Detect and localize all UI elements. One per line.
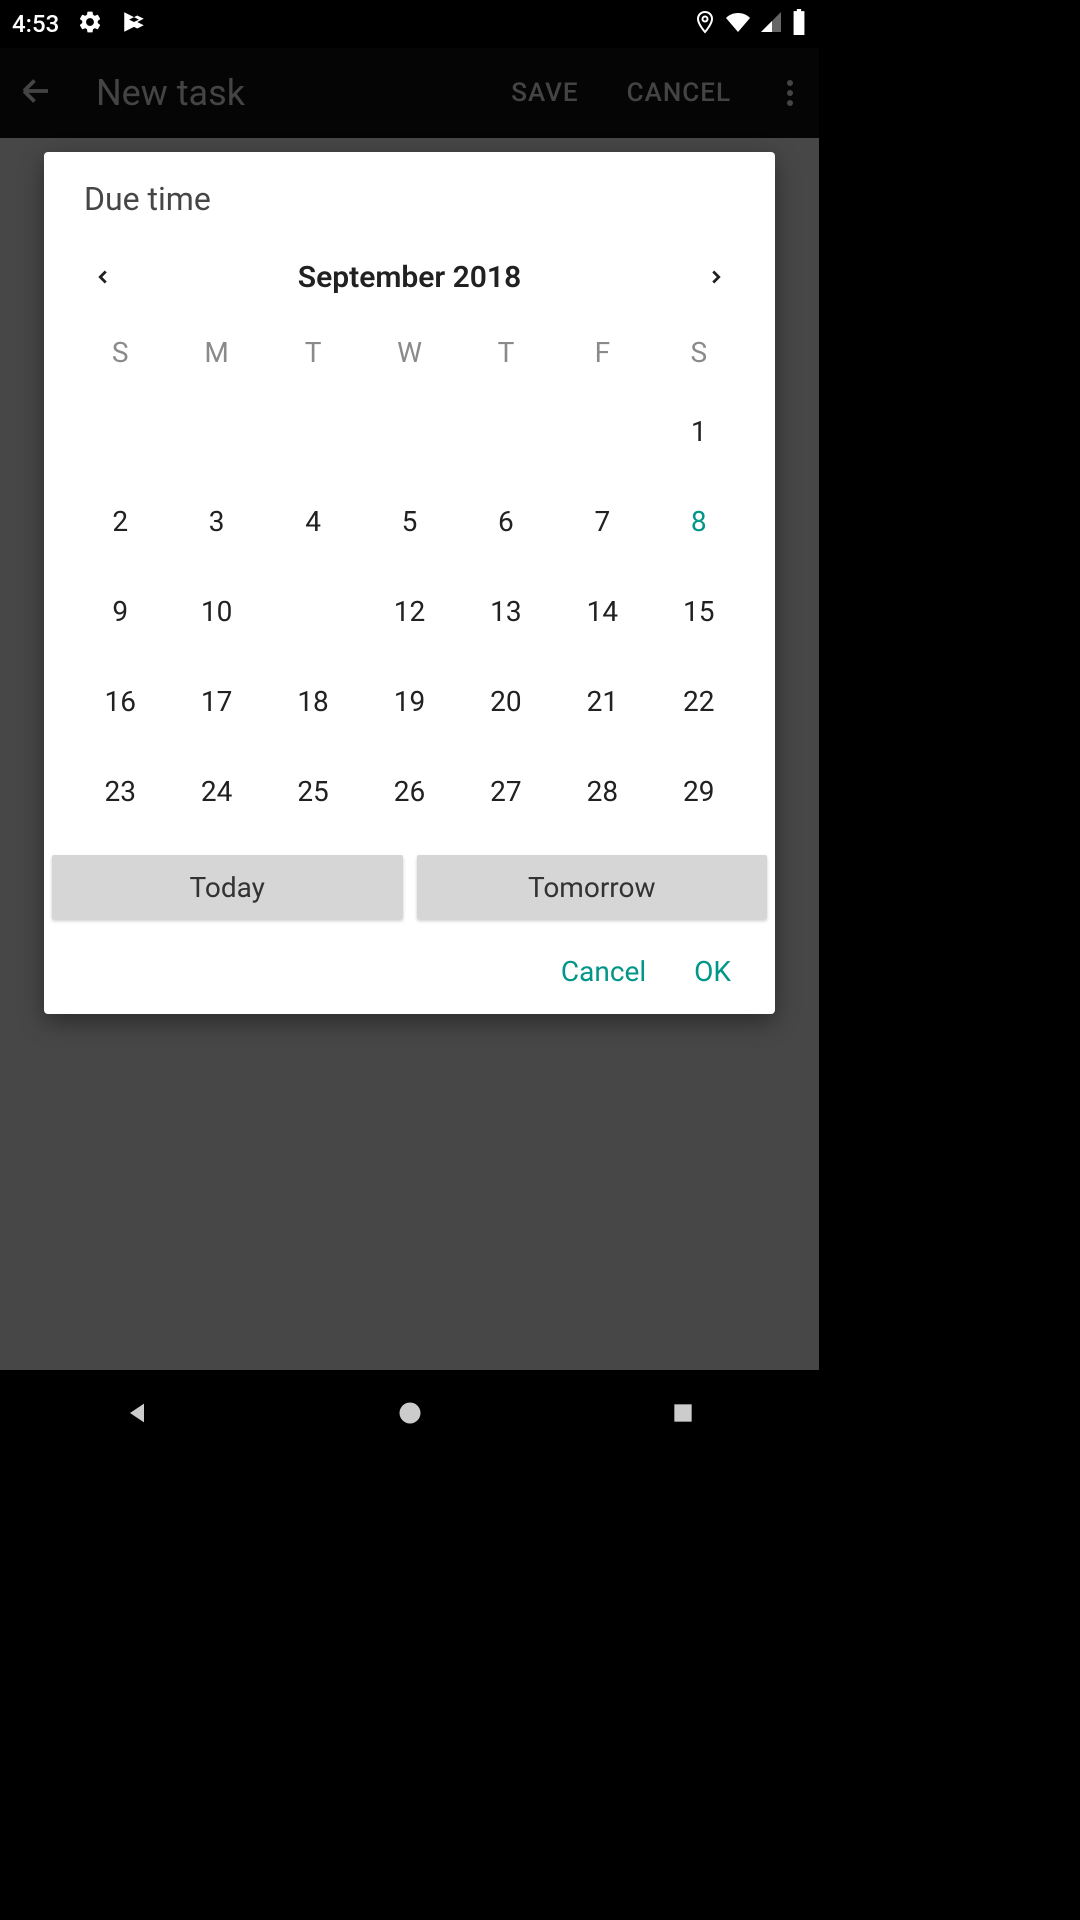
navigation-bar [0,1370,819,1456]
nav-recent-icon[interactable] [643,1393,723,1433]
week-header: SMTWTFS [44,336,775,369]
day-cell[interactable]: 11 [265,577,361,645]
day-cell-empty [361,397,457,465]
week-day-label: W [361,336,457,369]
week-day-label: T [458,336,554,369]
status-bar: 4:53 [0,0,819,48]
day-cell[interactable]: 14 [554,577,650,645]
day-cell[interactable]: 25 [265,757,361,825]
day-cell[interactable]: 21 [554,667,650,735]
month-navigation: September 2018 [44,258,775,296]
day-cell-empty [168,397,264,465]
playstore-icon [121,9,147,39]
day-cell[interactable]: 7 [554,487,650,555]
dialog-cancel-button[interactable]: Cancel [561,955,646,988]
day-cell[interactable]: 12 [361,577,457,645]
day-cell[interactable]: 29 [651,757,747,825]
signal-icon [759,10,783,38]
day-cell[interactable]: 1 [651,397,747,465]
wifi-icon [725,10,751,38]
prev-month-icon[interactable] [84,258,122,296]
battery-icon [791,9,807,39]
day-cell[interactable]: 6 [458,487,554,555]
day-cell[interactable]: 19 [361,667,457,735]
dialog-actions: Cancel OK [44,943,775,1000]
nav-back-icon[interactable] [97,1393,177,1433]
day-cell[interactable]: 26 [361,757,457,825]
day-cell[interactable]: 24 [168,757,264,825]
day-cell[interactable]: 4 [265,487,361,555]
status-right [693,9,807,39]
day-cell[interactable]: 13 [458,577,554,645]
next-month-icon[interactable] [697,258,735,296]
day-cell[interactable]: 9 [72,577,168,645]
day-cell[interactable]: 18 [265,667,361,735]
date-picker-dialog: Due time September 2018 SMTWTFS 12345678… [44,152,775,1014]
week-day-label: M [168,336,264,369]
month-label: September 2018 [298,260,521,295]
day-cell[interactable]: 16 [72,667,168,735]
dialog-title: Due time [44,180,775,218]
day-cell[interactable]: 15 [651,577,747,645]
nav-home-icon[interactable] [370,1393,450,1433]
status-time: 4:53 [12,10,59,38]
day-cell-empty [72,397,168,465]
day-cell-empty [458,397,554,465]
week-day-label: S [651,336,747,369]
week-day-label: T [265,336,361,369]
week-day-label: F [554,336,650,369]
day-cell[interactable]: 28 [554,757,650,825]
day-cell[interactable]: 22 [651,667,747,735]
day-cell[interactable]: 2 [72,487,168,555]
day-cell[interactable]: 8 [651,487,747,555]
tomorrow-button[interactable]: Tomorrow [417,855,768,919]
quick-select-row: Today Tomorrow [44,855,775,919]
week-day-label: S [72,336,168,369]
day-cell[interactable]: 23 [72,757,168,825]
status-left: 4:53 [12,9,147,39]
day-cell[interactable]: 3 [168,487,264,555]
day-cell[interactable]: 27 [458,757,554,825]
location-icon [693,10,717,38]
calendar-grid: 1234567891011121314151617181920212223242… [44,397,775,825]
day-cell-empty [554,397,650,465]
day-cell[interactable]: 17 [168,667,264,735]
day-cell[interactable]: 10 [168,577,264,645]
day-cell-empty [265,397,361,465]
dialog-ok-button[interactable]: OK [694,955,731,988]
day-cell[interactable]: 20 [458,667,554,735]
day-cell[interactable]: 5 [361,487,457,555]
gear-icon [77,9,103,39]
today-button[interactable]: Today [52,855,403,919]
